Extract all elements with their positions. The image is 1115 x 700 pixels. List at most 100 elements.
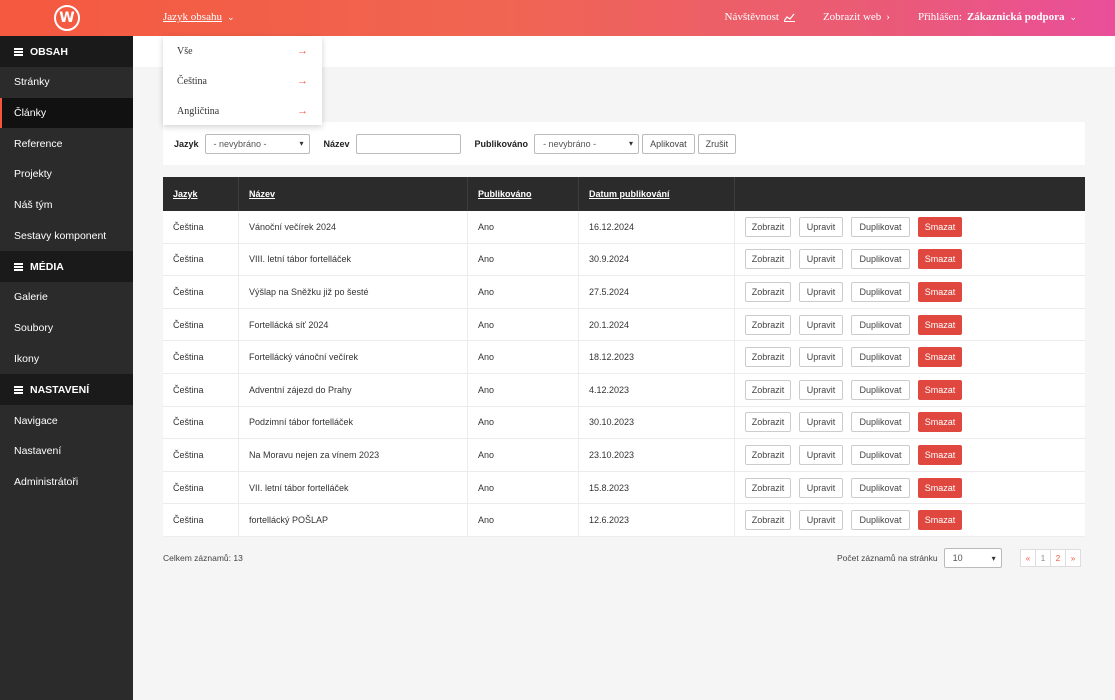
cell-published: Ano bbox=[468, 406, 579, 439]
delete-button[interactable]: Smazat bbox=[918, 281, 962, 302]
table-row: Čeština Výšlap na Sněžku již po šesté Ano 2… bbox=[163, 276, 1085, 309]
delete-button[interactable]: Smazat bbox=[918, 216, 962, 237]
edit-button[interactable]: Upravit bbox=[799, 216, 843, 237]
chevron-down-icon: ⌄ bbox=[226, 12, 235, 22]
sidebar-item-sestavy-komponent[interactable]: Sestavy komponent bbox=[0, 220, 133, 251]
table-body: Čeština Vánoční večírek 2024 Ano 16.12.2024… bbox=[163, 211, 1085, 537]
cell-actions: Zobrazit Upravit Duplikovat Smazat bbox=[735, 407, 1085, 439]
edit-button[interactable]: Upravit bbox=[799, 477, 843, 498]
apply-filter-button[interactable]: Aplikovat bbox=[642, 133, 695, 154]
view-button[interactable]: Zobrazit bbox=[745, 477, 791, 498]
edit-button[interactable]: Upravit bbox=[799, 379, 843, 400]
view-web-link[interactable]: Zobrazit web › bbox=[823, 11, 890, 23]
view-button[interactable]: Zobrazit bbox=[745, 412, 791, 433]
edit-button[interactable]: Upravit bbox=[799, 314, 843, 335]
cell-title: Vánoční večírek 2024 bbox=[239, 211, 468, 243]
pagination-prev[interactable]: « bbox=[1020, 549, 1036, 567]
sidebar-item-administratori[interactable]: Administrátoři bbox=[0, 467, 133, 498]
duplicate-button[interactable]: Duplikovat bbox=[851, 477, 910, 498]
delete-button[interactable]: Smazat bbox=[918, 379, 962, 400]
delete-button[interactable]: Smazat bbox=[918, 510, 962, 531]
dropdown-item-anglictina[interactable]: Angličtina → bbox=[163, 96, 322, 126]
delete-button[interactable]: Smazat bbox=[918, 477, 962, 498]
sidebar-item-clanky[interactable]: Články bbox=[0, 97, 133, 129]
column-header-publikovano[interactable]: Publikováno bbox=[468, 177, 579, 211]
cell-language: Čeština bbox=[163, 504, 239, 536]
cell-language: Čeština bbox=[163, 276, 239, 308]
sidebar-item-reference[interactable]: Reference bbox=[0, 128, 133, 159]
table-row: Čeština Fortellácký vánoční večírek Ano 18.… bbox=[163, 341, 1085, 374]
user-menu[interactable]: Přihlášen: Zákaznická podpora ⌄ bbox=[918, 11, 1077, 23]
edit-button[interactable]: Upravit bbox=[799, 249, 843, 270]
sidebar-item-navigace[interactable]: Navigace bbox=[0, 405, 133, 436]
delete-button[interactable]: Smazat bbox=[918, 347, 962, 368]
chevron-right-icon: › bbox=[886, 11, 890, 23]
published-filter-select[interactable]: - nevybráno - ▾ bbox=[534, 133, 640, 154]
cell-language: Čeština bbox=[163, 439, 239, 471]
delete-button[interactable]: Smazat bbox=[918, 249, 962, 270]
edit-button[interactable]: Upravit bbox=[799, 444, 843, 465]
view-button[interactable]: Zobrazit bbox=[745, 444, 791, 465]
pagination-page-2[interactable]: 2 bbox=[1050, 549, 1066, 567]
edit-button[interactable]: Upravit bbox=[799, 510, 843, 531]
column-header-nazev[interactable]: Název bbox=[239, 177, 468, 211]
duplicate-button[interactable]: Duplikovat bbox=[851, 412, 910, 433]
dropdown-item-cestina[interactable]: Čeština → bbox=[163, 66, 322, 96]
cell-actions: Zobrazit Upravit Duplikovat Smazat bbox=[735, 211, 1085, 243]
edit-button[interactable]: Upravit bbox=[799, 412, 843, 433]
duplicate-button[interactable]: Duplikovat bbox=[851, 281, 910, 302]
duplicate-button[interactable]: Duplikovat bbox=[851, 314, 910, 335]
duplicate-button[interactable]: Duplikovat bbox=[851, 379, 910, 400]
logo-icon[interactable]: W bbox=[54, 5, 80, 31]
sidebar-item-soubory[interactable]: Soubory bbox=[0, 313, 133, 344]
pagination-next[interactable]: » bbox=[1065, 549, 1081, 567]
menu-icon bbox=[14, 385, 23, 394]
table-header: Jazyk Název Publikováno Datum publikován… bbox=[163, 177, 1085, 211]
view-button[interactable]: Zobrazit bbox=[745, 249, 791, 270]
view-button[interactable]: Zobrazit bbox=[745, 314, 791, 335]
duplicate-button[interactable]: Duplikovat bbox=[851, 249, 910, 270]
view-button[interactable]: Zobrazit bbox=[745, 379, 791, 400]
cell-language: Čeština bbox=[163, 373, 239, 406]
visits-link[interactable]: Návštěvnost bbox=[725, 11, 795, 23]
column-header-datum[interactable]: Datum publikování bbox=[579, 177, 735, 211]
sidebar-item-nas-tym[interactable]: Náš tým bbox=[0, 190, 133, 221]
duplicate-button[interactable]: Duplikovat bbox=[851, 347, 910, 368]
content-language-menu[interactable]: Jazyk obsahu ⌄ bbox=[163, 11, 235, 23]
sidebar-item-ikony[interactable]: Ikony bbox=[0, 344, 133, 375]
view-button[interactable]: Zobrazit bbox=[745, 347, 791, 368]
chevron-down-icon: ▾ bbox=[629, 139, 634, 148]
delete-button[interactable]: Smazat bbox=[918, 412, 962, 433]
sidebar-item-projekty[interactable]: Projekty bbox=[0, 159, 133, 190]
view-button[interactable]: Zobrazit bbox=[745, 281, 791, 302]
edit-button[interactable]: Upravit bbox=[799, 347, 843, 368]
cell-published: Ano bbox=[468, 373, 579, 406]
logged-in-user: Zákaznická podpora bbox=[966, 11, 1065, 23]
sidebar-item-galerie[interactable]: Galerie bbox=[0, 282, 133, 313]
table-row: Čeština Na Moravu nejen za vínem 2023 Ano 2… bbox=[163, 439, 1085, 472]
language-filter-select[interactable]: - nevybráno - ▾ bbox=[204, 133, 310, 154]
cell-date: 18.12.2023 bbox=[579, 341, 735, 373]
dropdown-item-vse[interactable]: Vše → bbox=[163, 36, 322, 66]
column-header-jazyk[interactable]: Jazyk bbox=[163, 177, 239, 211]
sidebar-item-nastaveni[interactable]: Nastavení bbox=[0, 436, 133, 467]
view-button[interactable]: Zobrazit bbox=[745, 510, 791, 531]
duplicate-button[interactable]: Duplikovat bbox=[851, 510, 910, 531]
cell-actions: Zobrazit Upravit Duplikovat Smazat bbox=[735, 374, 1085, 406]
cancel-filter-button[interactable]: Zrušit bbox=[697, 133, 737, 154]
pagination-page-1[interactable]: 1 bbox=[1035, 549, 1051, 567]
view-button[interactable]: Zobrazit bbox=[745, 216, 791, 237]
duplicate-button[interactable]: Duplikovat bbox=[851, 216, 910, 237]
delete-button[interactable]: Smazat bbox=[918, 314, 962, 335]
sidebar-item-stranky[interactable]: Stránky bbox=[0, 67, 133, 98]
name-filter-input[interactable] bbox=[355, 133, 461, 154]
cell-date: 23.10.2023 bbox=[579, 439, 735, 471]
cell-title: Podzimní tábor fortelláček bbox=[239, 406, 468, 439]
duplicate-button[interactable]: Duplikovat bbox=[851, 444, 910, 465]
column-header-actions bbox=[735, 177, 1085, 211]
cell-title: fortellácký POŠLAP bbox=[239, 504, 468, 536]
edit-button[interactable]: Upravit bbox=[799, 281, 843, 302]
top-right-menu: Návštěvnost Zobrazit web › Přihlášen: Zá… bbox=[725, 11, 1077, 23]
per-page-select[interactable]: 10 ▾ bbox=[943, 548, 1002, 568]
delete-button[interactable]: Smazat bbox=[918, 444, 962, 465]
